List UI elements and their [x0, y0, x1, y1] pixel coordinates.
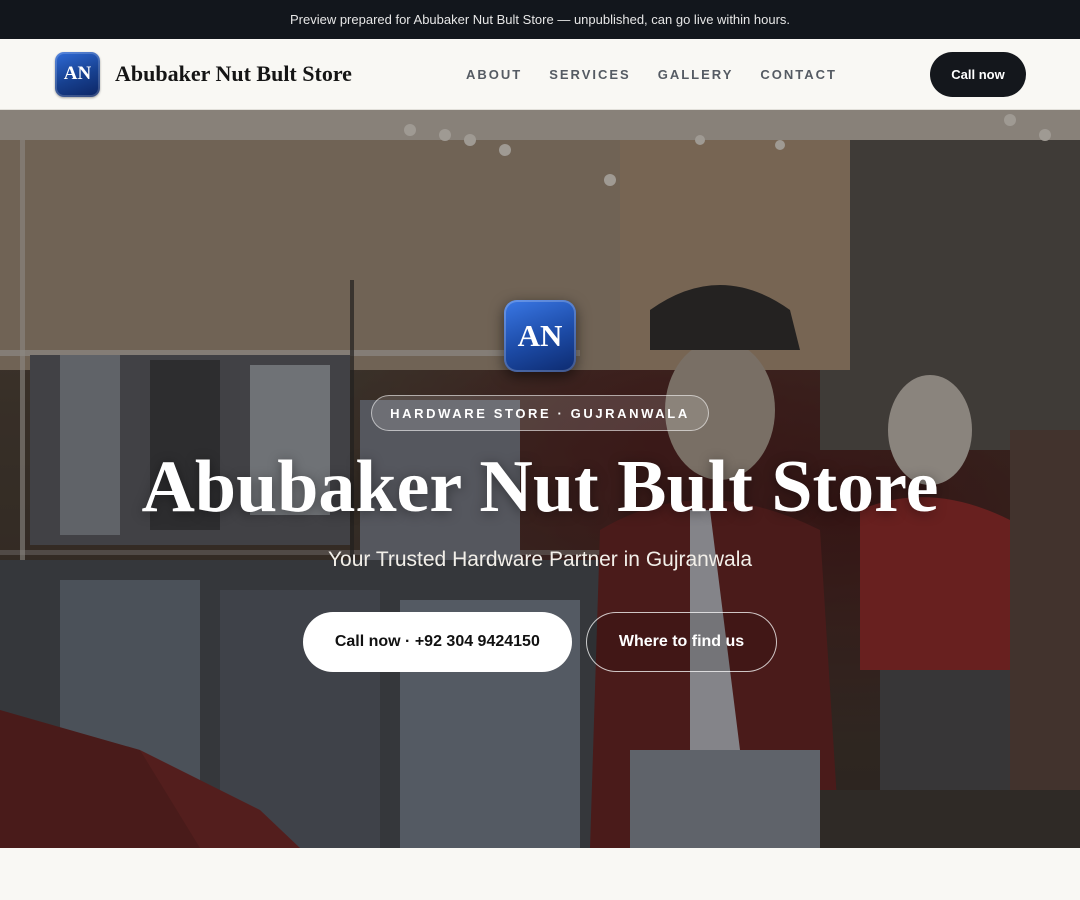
hero-actions: Call now · +92 304 9424150 Where to find… [302, 612, 778, 673]
brand-name: Abubaker Nut Bult Store [115, 61, 352, 86]
next-section [0, 848, 1080, 900]
hero-content: AN HARDWARE STORE · GUJRANWALA Abubaker … [0, 110, 1080, 848]
main-nav: ABOUT SERVICES GALLERY CONTACT [466, 39, 837, 109]
nav-contact[interactable]: CONTACT [760, 67, 837, 82]
logo-initials: AN [63, 63, 92, 84]
logo-badge: AN [55, 51, 100, 97]
hero-logo-initials: AN [517, 318, 563, 353]
hero-call-button[interactable]: Call now · +92 304 9424150 [302, 612, 572, 673]
hero-logo-badge: AN [504, 300, 576, 372]
hero-title: Abubaker Nut Bult Store [141, 446, 939, 528]
site-header: AN Abubaker Nut Bult Store ABOUT SERVICE… [0, 39, 1080, 110]
nav-gallery[interactable]: GALLERY [658, 67, 734, 82]
header-call-button[interactable]: Call now [930, 51, 1026, 97]
where-to-find-us-button[interactable]: Where to find us [585, 612, 778, 673]
hero-subtitle: Your Trusted Hardware Partner in Gujranw… [327, 548, 753, 572]
nav-about[interactable]: ABOUT [466, 67, 522, 82]
announcement-bar: Preview prepared for Abubaker Nut Bult S… [0, 0, 1080, 39]
nav-services[interactable]: SERVICES [549, 67, 631, 82]
brand[interactable]: AN Abubaker Nut Bult Store [55, 51, 352, 97]
announcement-text: Preview prepared for Abubaker Nut Bult S… [289, 12, 791, 27]
hero-tagline: HARDWARE STORE · GUJRANWALA [371, 395, 709, 431]
hero-section: AN HARDWARE STORE · GUJRANWALA Abubaker … [0, 110, 1080, 848]
